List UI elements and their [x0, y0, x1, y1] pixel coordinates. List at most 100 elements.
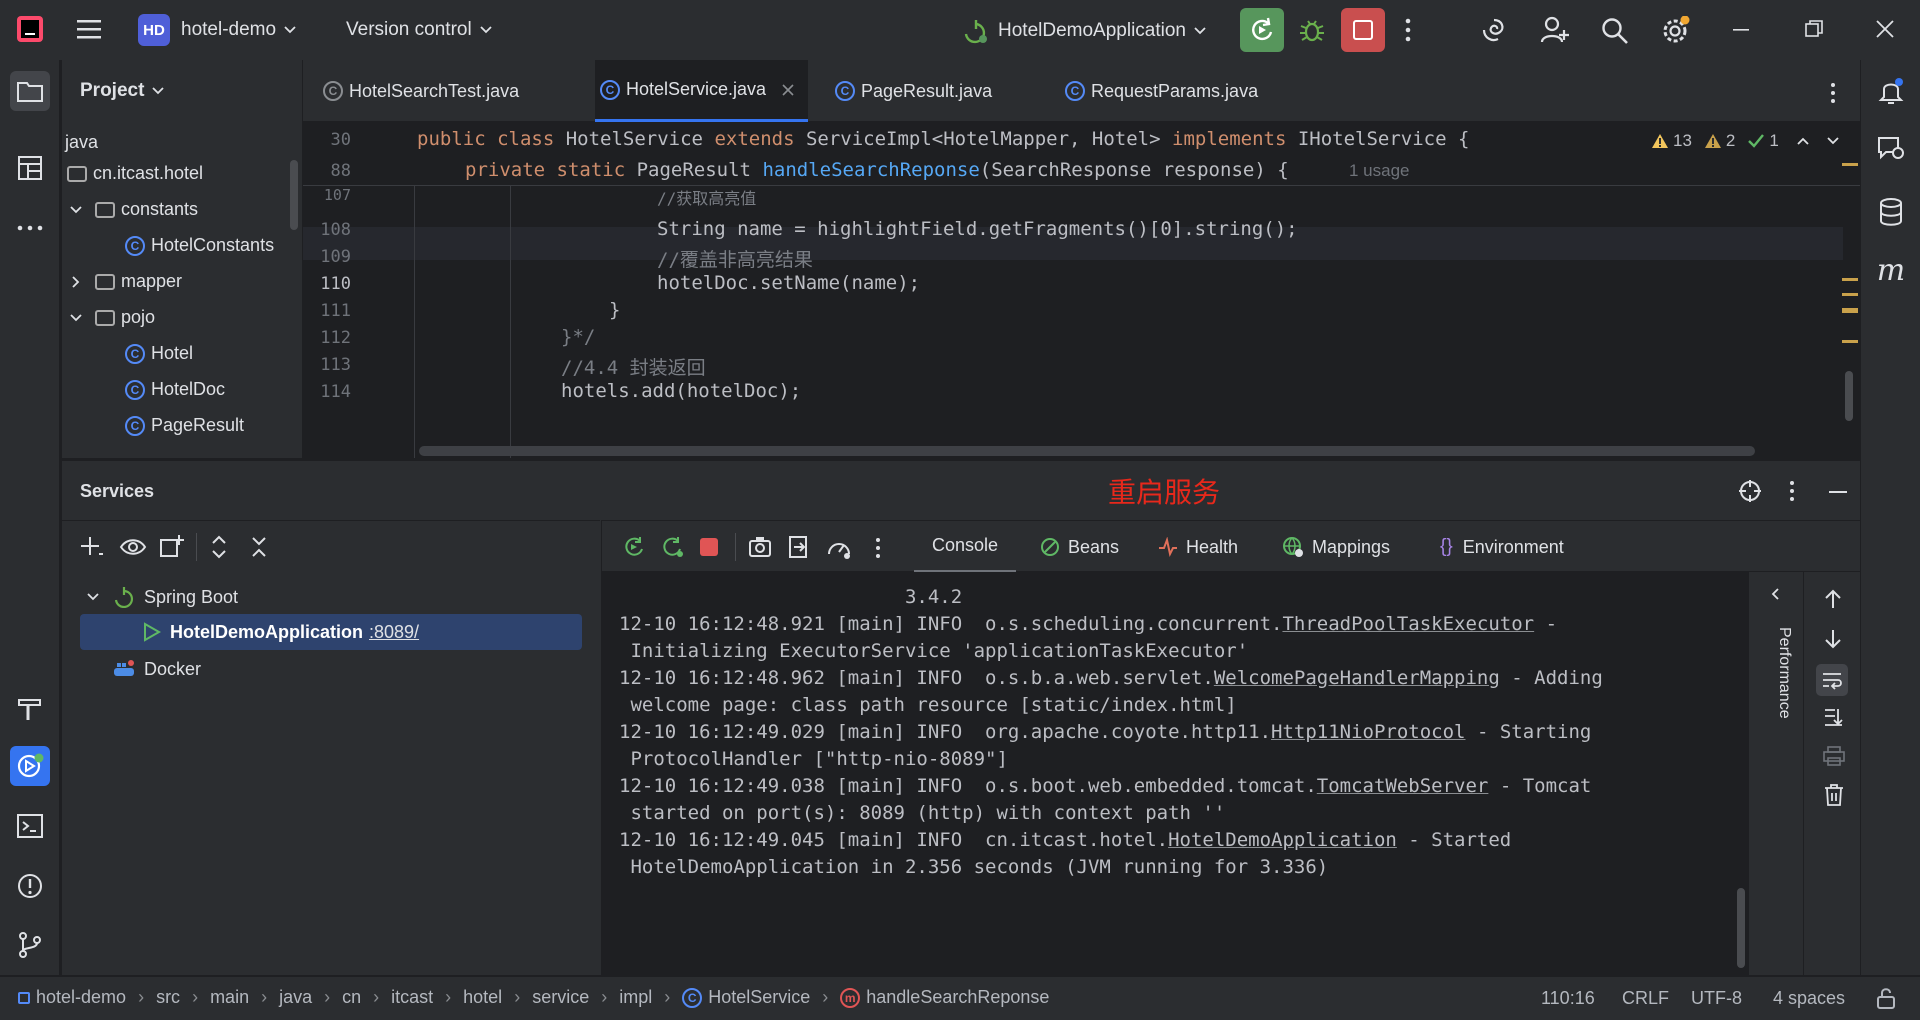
clear-trash-icon[interactable]	[1824, 784, 1844, 806]
hide-panel-icon[interactable]	[1829, 490, 1847, 494]
more-actions-icon[interactable]	[1404, 18, 1412, 42]
rerun-button[interactable]	[1240, 8, 1284, 52]
scroll-down-icon[interactable]	[1824, 628, 1842, 650]
notifications-bell-icon[interactable]	[1871, 72, 1911, 112]
code-line[interactable]: //获取高亮值	[657, 185, 756, 209]
crumb[interactable]: HotelService	[708, 987, 810, 1008]
chevron-down-icon[interactable]	[84, 593, 102, 601]
crumb[interactable]: java	[279, 987, 312, 1008]
close-window-icon[interactable]	[1876, 20, 1894, 38]
tab-mappings[interactable]: Mappings	[1282, 521, 1390, 573]
tab-health[interactable]: Health	[1158, 521, 1238, 573]
git-branch-icon[interactable]	[10, 925, 50, 965]
crumb[interactable]: service	[532, 987, 589, 1008]
code-line[interactable]: }	[609, 299, 620, 321]
editor-horizontal-scrollbar[interactable]	[419, 446, 1755, 456]
run-config-selector[interactable]: HotelDemoApplication	[962, 18, 1206, 44]
tree-item-hoteldemoapplication[interactable]: HotelDemoApplication :8089/	[80, 614, 582, 650]
code-line[interactable]: hotels.add(hotelDoc);	[561, 380, 801, 402]
next-highlight-icon[interactable]	[1827, 137, 1839, 145]
tree-item-constants[interactable]: constants	[67, 199, 198, 220]
build-hammer-icon[interactable]	[10, 688, 50, 728]
panel-options-icon[interactable]	[1788, 480, 1796, 502]
eye-icon[interactable]	[119, 536, 147, 558]
tree-item-pageresult[interactable]: C PageResult	[125, 415, 244, 436]
minimize-window-icon[interactable]	[1733, 28, 1749, 32]
chevron-left-icon[interactable]	[1771, 588, 1779, 600]
tree-item-mapper[interactable]: mapper	[67, 271, 182, 292]
tab-requestparams[interactable]: C RequestParams.java	[1065, 60, 1258, 122]
code-line[interactable]: String name = highlightField.getFragment…	[657, 218, 1298, 240]
ai-chat-icon[interactable]	[1871, 128, 1911, 168]
version-control-menu[interactable]: Version control	[346, 19, 492, 41]
line-separator[interactable]: CRLF	[1622, 988, 1669, 1009]
code-line[interactable]: hotelDoc.setName(name);	[657, 272, 920, 294]
crumb[interactable]: handleSearchReponse	[866, 987, 1049, 1008]
crumb[interactable]: main	[210, 987, 249, 1008]
code-editor[interactable]: 30 public class HotelService extends Ser…	[303, 123, 1860, 458]
console-output[interactable]: 3.4.2 12-10 16:12:48.921 [main] INFO o.s…	[601, 572, 1748, 975]
tab-environment[interactable]: {} Environment	[1440, 521, 1564, 573]
sticky-method-decl[interactable]: private static PageResult handleSearchRe…	[465, 159, 1289, 181]
dump-threads-icon[interactable]	[748, 536, 772, 558]
chevron-down-icon[interactable]	[67, 313, 85, 322]
chevron-right-icon[interactable]	[67, 275, 85, 288]
console-scrollbar[interactable]	[1737, 888, 1745, 968]
tree-item-package[interactable]: cn.itcast.hotel	[67, 163, 203, 184]
performance-label[interactable]: Performance	[1775, 627, 1793, 719]
maven-icon[interactable]: m	[1871, 250, 1911, 290]
project-switcher[interactable]: HD hotel-demo	[138, 14, 296, 46]
app-port-link[interactable]: :8089/	[369, 622, 419, 643]
file-encoding[interactable]: UTF-8	[1691, 988, 1742, 1009]
search-icon[interactable]	[1601, 17, 1629, 45]
scroll-to-end-icon[interactable]	[1823, 707, 1843, 727]
usage-hint[interactable]: 1 usage	[1349, 161, 1410, 181]
crumb[interactable]: cn	[342, 987, 361, 1008]
scroll-up-icon[interactable]	[1824, 588, 1842, 610]
lock-icon[interactable]	[1876, 987, 1896, 1009]
crumb[interactable]: src	[156, 987, 180, 1008]
indent-setting[interactable]: 4 spaces	[1773, 988, 1845, 1009]
tab-hotelsearchtest[interactable]: C HotelSearchTest.java	[323, 60, 519, 122]
tab-pageresult[interactable]: C PageResult.java	[835, 60, 992, 122]
project-folder-icon[interactable]	[10, 71, 50, 111]
problems-icon[interactable]	[10, 866, 50, 906]
inspection-widget[interactable]: 13 2 1	[1651, 131, 1839, 151]
collapse-all-icon[interactable]	[250, 535, 268, 559]
database-icon[interactable]	[1871, 192, 1911, 232]
crumb[interactable]: hotel	[463, 987, 502, 1008]
console-more-icon[interactable]	[874, 537, 882, 559]
prev-highlight-icon[interactable]	[1797, 137, 1809, 145]
restore-window-icon[interactable]	[1805, 20, 1823, 38]
rerun-icon[interactable]	[622, 535, 646, 559]
caret-position[interactable]: 110:16	[1541, 988, 1595, 1009]
tree-item-java[interactable]: java	[65, 132, 98, 153]
services-icon[interactable]	[10, 746, 50, 786]
stop-icon[interactable]	[700, 538, 718, 556]
intellij-logo-icon[interactable]	[17, 16, 43, 42]
tab-more-icon[interactable]	[1829, 82, 1837, 104]
code-line[interactable]: //4.4 封装返回	[561, 353, 706, 380]
structure-icon[interactable]	[10, 148, 50, 188]
tab-console[interactable]: Console	[914, 521, 1017, 573]
code-line[interactable]: }*/	[561, 326, 595, 348]
add-service-icon[interactable]	[80, 535, 104, 559]
ai-assistant-icon[interactable]	[1480, 16, 1508, 44]
tree-item-hotel[interactable]: C Hotel	[125, 343, 193, 364]
tree-item-hotelconstants[interactable]: C HotelConstants	[125, 235, 274, 256]
settings-gear-icon[interactable]	[1660, 16, 1690, 46]
add-user-icon[interactable]	[1540, 16, 1570, 44]
debug-icon[interactable]	[1298, 16, 1326, 44]
profiler-gauge-icon[interactable]	[826, 536, 852, 560]
tab-beans[interactable]: Beans	[1040, 521, 1119, 573]
code-line[interactable]: //覆盖非高亮结果	[657, 245, 813, 272]
tab-hotelservice[interactable]: C HotelService.java	[595, 60, 809, 122]
exit-icon[interactable]	[788, 535, 810, 559]
terminal-icon[interactable]	[10, 806, 50, 846]
restart-icon[interactable]	[660, 535, 686, 559]
chevron-down-icon[interactable]	[67, 205, 85, 214]
tree-item-hoteldoc[interactable]: C HotelDoc	[125, 379, 225, 400]
crumb[interactable]: hotel-demo	[36, 987, 126, 1008]
crumb[interactable]: itcast	[391, 987, 433, 1008]
project-panel-header[interactable]: Project	[80, 80, 165, 102]
